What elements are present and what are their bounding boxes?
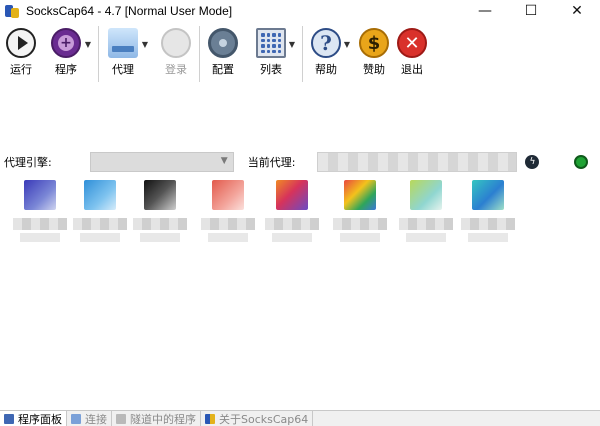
- help-button[interactable]: ? 帮助: [309, 24, 343, 84]
- help-label: 帮助: [315, 63, 337, 76]
- app-logo-icon: [205, 413, 215, 424]
- list-label: 列表: [260, 63, 282, 76]
- toolbar-separator: [302, 26, 303, 82]
- program-panel[interactable]: [0, 176, 600, 410]
- login-button[interactable]: 登录: [159, 24, 193, 84]
- run-label: 运行: [10, 63, 32, 76]
- window-title: SocksCap64 - 4.7 [Normal User Mode]: [26, 4, 233, 18]
- chevron-down-icon: ▼: [220, 156, 228, 166]
- grid-list-icon: [256, 28, 286, 58]
- program-icon: [472, 180, 504, 211]
- app-logo-icon: [4, 3, 20, 19]
- tab-label: 程序面板: [18, 412, 62, 426]
- program-tile[interactable]: [10, 180, 70, 242]
- program-name: [265, 218, 319, 230]
- program-tile[interactable]: [458, 180, 518, 242]
- status-indicator-icon: [574, 155, 588, 169]
- program-name: [399, 218, 453, 230]
- add-program-icon: +: [51, 28, 81, 58]
- program-name: [133, 218, 187, 230]
- minimize-button[interactable]: —: [462, 0, 508, 22]
- proxy-icon: [108, 28, 138, 58]
- toolbar-separator: [199, 26, 200, 82]
- connection-icon: [71, 413, 81, 424]
- help-dropdown-arrow[interactable]: ▼: [343, 24, 351, 64]
- play-icon: [6, 28, 36, 58]
- tab-program-panel[interactable]: 程序面板: [0, 410, 67, 426]
- proxy-bar: 代理引擎: ▼ 当前代理: ϟ: [0, 150, 600, 174]
- program-tile[interactable]: [396, 180, 456, 242]
- program-name: [201, 218, 255, 230]
- title-bar: SocksCap64 - 4.7 [Normal User Mode] — ☐ …: [0, 0, 600, 22]
- tab-label: 隧道中的程序: [130, 412, 196, 426]
- gear-icon: [208, 28, 238, 58]
- donate-button[interactable]: $ 赞助: [357, 24, 391, 84]
- tab-label: 连接: [85, 412, 107, 426]
- tab-about[interactable]: 关于SocksCap64: [201, 410, 314, 426]
- proxy-engine-select[interactable]: ▼: [89, 152, 234, 172]
- help-icon: ?: [311, 28, 341, 58]
- program-name: [13, 218, 67, 230]
- program-icon: [410, 180, 442, 211]
- program-icon: [276, 180, 308, 211]
- program-icon: [144, 180, 176, 211]
- program-name: [333, 218, 387, 230]
- program-icon: [344, 180, 376, 211]
- exit-label: 退出: [401, 63, 423, 76]
- program-icon: [84, 180, 116, 211]
- dollar-icon: $: [359, 28, 389, 58]
- list-dropdown-arrow[interactable]: ▼: [288, 24, 296, 64]
- window-controls: — ☐ ✕: [462, 0, 600, 22]
- config-label: 配置: [212, 63, 234, 76]
- program-name: [461, 218, 515, 230]
- programs-dropdown-arrow[interactable]: ▼: [84, 24, 92, 64]
- program-name: [73, 218, 127, 230]
- programs-label: 程序: [55, 63, 77, 76]
- tunnel-icon: [116, 413, 126, 424]
- program-tile[interactable]: [198, 180, 258, 242]
- proxy-label: 代理: [112, 63, 134, 76]
- programs-button[interactable]: + 程序: [48, 24, 84, 84]
- program-icon: [212, 180, 244, 211]
- run-button[interactable]: 运行: [4, 24, 38, 84]
- current-proxy-label: 当前代理:: [247, 156, 296, 169]
- maximize-button[interactable]: ☐: [508, 0, 554, 22]
- program-tile[interactable]: [70, 180, 130, 242]
- exit-icon: ✕: [397, 28, 427, 58]
- program-icon: [24, 180, 56, 211]
- login-icon: [161, 28, 191, 58]
- tab-tunneled-programs[interactable]: 隧道中的程序: [112, 410, 201, 426]
- current-proxy-field[interactable]: [317, 152, 518, 172]
- close-button[interactable]: ✕: [554, 0, 600, 22]
- login-label: 登录: [165, 63, 187, 76]
- program-tile[interactable]: [130, 180, 190, 242]
- proxy-dropdown-arrow[interactable]: ▼: [141, 24, 149, 64]
- donate-label: 赞助: [363, 63, 385, 76]
- program-tile[interactable]: [330, 180, 390, 242]
- tab-label: 关于SocksCap64: [219, 412, 309, 426]
- panel-tabs: 程序面板 连接 隧道中的程序 关于SocksCap64: [0, 410, 600, 426]
- tab-connections[interactable]: 连接: [67, 410, 112, 426]
- toolbar: 运行 + 程序 ▼ 代理 ▼ 登录 配置 列表 ▼ ? 帮助 ▼ $ 赞助 ✕: [0, 24, 600, 84]
- config-button[interactable]: 配置: [206, 24, 240, 84]
- panel-icon: [4, 413, 14, 424]
- toolbar-separator: [98, 26, 99, 82]
- proxy-engine-label: 代理引擎:: [4, 156, 52, 169]
- exit-button[interactable]: ✕ 退出: [395, 24, 429, 84]
- proxy-button[interactable]: 代理: [105, 24, 141, 84]
- list-button[interactable]: 列表: [254, 24, 288, 84]
- program-tile[interactable]: [262, 180, 322, 242]
- lightning-icon[interactable]: ϟ: [525, 155, 540, 169]
